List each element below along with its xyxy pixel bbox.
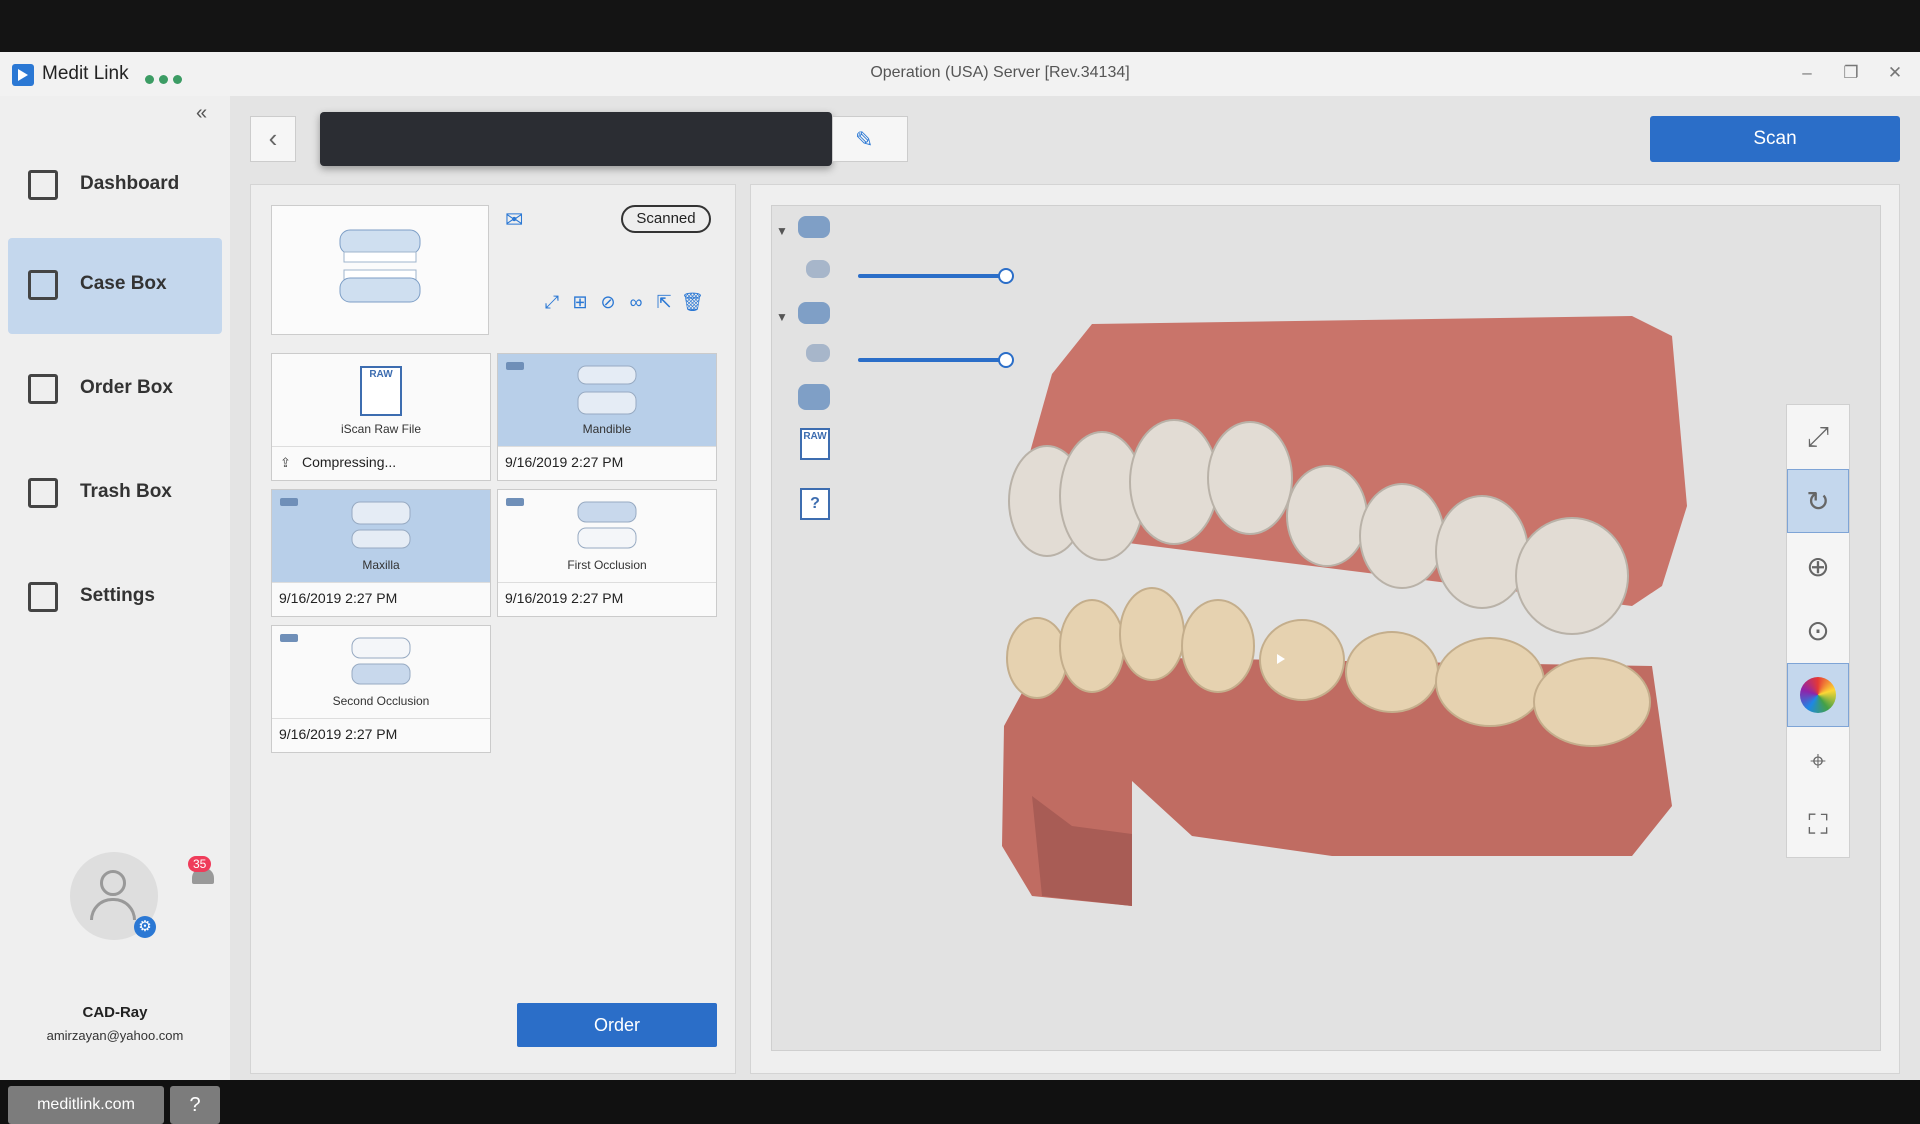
help-icon[interactable]: ? [170,1086,220,1124]
file-card-top: First Occlusion [498,490,716,582]
3d-viewer-panel: ▼ ▼ RAW ? ⤢ ↻ ⊕ ⊙ ⌖ ⛶ [750,184,1900,1074]
double-chevron-left-icon[interactable]: « [196,102,207,125]
sidebar-item-label: Order Box [80,377,173,398]
file-card-raw[interactable]: RAW iScan Raw File Compressing... ⇪ [271,353,491,481]
file-card-date: 9/16/2019 2:27 PM [505,590,624,606]
dashboard-icon [28,170,58,200]
file-card-second-occlusion[interactable]: Second Occlusion 9/16/2019 2:27 PM [271,625,491,753]
dental-arch-thumbnail [339,229,421,303]
file-card-date: 9/16/2019 2:27 PM [279,726,398,742]
trash-box-icon [28,478,58,508]
settings-icon [28,582,58,612]
meditlink-site-button[interactable]: meditlink.com [8,1086,164,1124]
user-head-icon [100,870,126,896]
file-card-label: iScan Raw File [340,422,422,436]
file-card-status: Compressing... [302,454,397,470]
screen-top-bar [0,0,1920,52]
zoom-fit-icon[interactable]: ⊙ [1787,599,1849,663]
attach-icon[interactable]: ⊘ [597,292,619,314]
zoom-in-icon[interactable]: ⊕ [1787,535,1849,599]
message-icon[interactable]: ✉ [505,207,523,233]
expand-icon[interactable]: ⤢ [541,292,563,314]
focus-icon[interactable]: ⌖ [1787,729,1849,793]
sidebar-item-label: Case Box [80,273,167,294]
card-divider [272,582,490,583]
file-card-mandible[interactable]: Mandible 9/16/2019 2:27 PM [497,353,717,481]
window-title: Operation (USA) Server [Rev.34134] [870,64,1130,81]
notification-count-badge: 35 [188,856,212,872]
chevron-left-icon: ‹ [268,123,278,153]
compress-icon: ⇪ [280,455,291,470]
card-divider [498,446,716,447]
edit-case-button[interactable]: ✎ [832,116,908,162]
order-box-icon [28,374,58,404]
color-map-icon[interactable] [1787,663,1849,727]
sidebar: « Dashboard Case Box Order Box Trash Box… [0,96,230,1124]
sidebar-item-dashboard[interactable]: Dashboard [8,138,222,234]
fit-screen-icon[interactable]: ⤢ [1787,405,1849,469]
user-settings-gear-icon[interactable]: ⚙ [134,916,156,938]
3d-viewport[interactable]: ▼ ▼ RAW ? ⤢ ↻ ⊕ ⊙ ⌖ ⛶ [771,205,1881,1051]
section-icon[interactable]: ⛶ [1787,793,1849,857]
avatar[interactable]: ⚙ [70,852,158,940]
occlusion-thumbnail [351,637,411,685]
case-files-panel: ✉ Scanned ⤢ ⊞ ⊘ ∞ ⇱ 🗑 RAW iScan Raw File… [250,184,736,1074]
order-button[interactable]: Order [517,1003,717,1047]
sidebar-item-order-box[interactable]: Order Box [8,342,222,438]
add-file-icon[interactable]: ⊞ [569,292,591,314]
scanner-icon [506,362,524,370]
back-button[interactable]: ‹ [250,116,296,162]
scan-button[interactable]: Scan [1650,116,1900,162]
case-thumbnail[interactable] [271,205,489,335]
edit-icon: ✎ [855,127,874,152]
link-icon[interactable]: ∞ [625,292,647,314]
card-divider [272,718,490,719]
card-divider [498,582,716,583]
sidebar-item-case-box[interactable]: Case Box [8,238,222,334]
sidebar-item-label: Settings [80,585,155,606]
file-card-label: Maxilla [362,558,400,572]
file-card-date: 9/16/2019 2:27 PM [505,454,624,470]
maxilla-thumbnail [351,501,411,549]
scanner-icon [506,498,524,506]
restore-icon[interactable]: ❐ [1836,60,1866,86]
delete-icon[interactable]: 🗑 [681,292,704,314]
user-email: amirzayan@yahoo.com [46,1028,184,1043]
file-card-top: RAW iScan Raw File [272,354,490,446]
file-card-maxilla[interactable]: Maxilla 9/16/2019 2:27 PM [271,489,491,617]
file-card-label: First Occlusion [567,558,647,572]
case-name-field[interactable] [320,112,832,166]
card-divider [272,446,490,447]
sidebar-item-label: Dashboard [80,173,180,194]
sidebar-item-label: Trash Box [80,481,172,502]
file-card-label: Mandible [582,422,632,436]
mouse-cursor [1277,654,1285,664]
scanner-icon [280,498,298,506]
dental-3d-model [1002,316,1687,906]
file-card-top: Second Occlusion [272,626,490,718]
rotate-icon[interactable]: ↻ [1787,469,1849,533]
user-name: CAD-Ray [82,1004,148,1021]
export-icon[interactable]: ⇱ [653,292,675,314]
raw-file-icon: RAW [360,366,402,416]
scanner-icon [280,634,298,642]
case-box-icon [28,270,58,300]
user-body-icon [90,898,136,920]
medit-link-window: Medit Link Operation (USA) Server [Rev.3… [0,52,1920,1124]
status-badge: Scanned [621,205,711,233]
close-icon[interactable]: ✕ [1880,60,1910,86]
occlusion-thumbnail [577,501,637,549]
title-bar: Medit Link Operation (USA) Server [Rev.3… [0,52,1920,96]
file-card-top: Maxilla [272,490,490,582]
mandible-thumbnail [577,365,637,415]
file-card-date: 9/16/2019 2:27 PM [279,590,398,606]
sidebar-item-trash-box[interactable]: Trash Box [8,446,222,542]
minimize-icon[interactable]: – [1792,60,1822,86]
file-card-top: Mandible [498,354,716,446]
main-area: ‹ ✎ Scan ✉ Scanned ⤢ ⊞ ⊘ ∞ ⇱ 🗑 RAW iScan… [230,96,1920,1080]
file-card-label: Second Occlusion [332,694,430,708]
file-card-first-occlusion[interactable]: First Occlusion 9/16/2019 2:27 PM [497,489,717,617]
viewer-toolbar: ⤢ ↻ ⊕ ⊙ ⌖ ⛶ [1786,404,1850,858]
sidebar-item-settings[interactable]: Settings [8,550,222,646]
